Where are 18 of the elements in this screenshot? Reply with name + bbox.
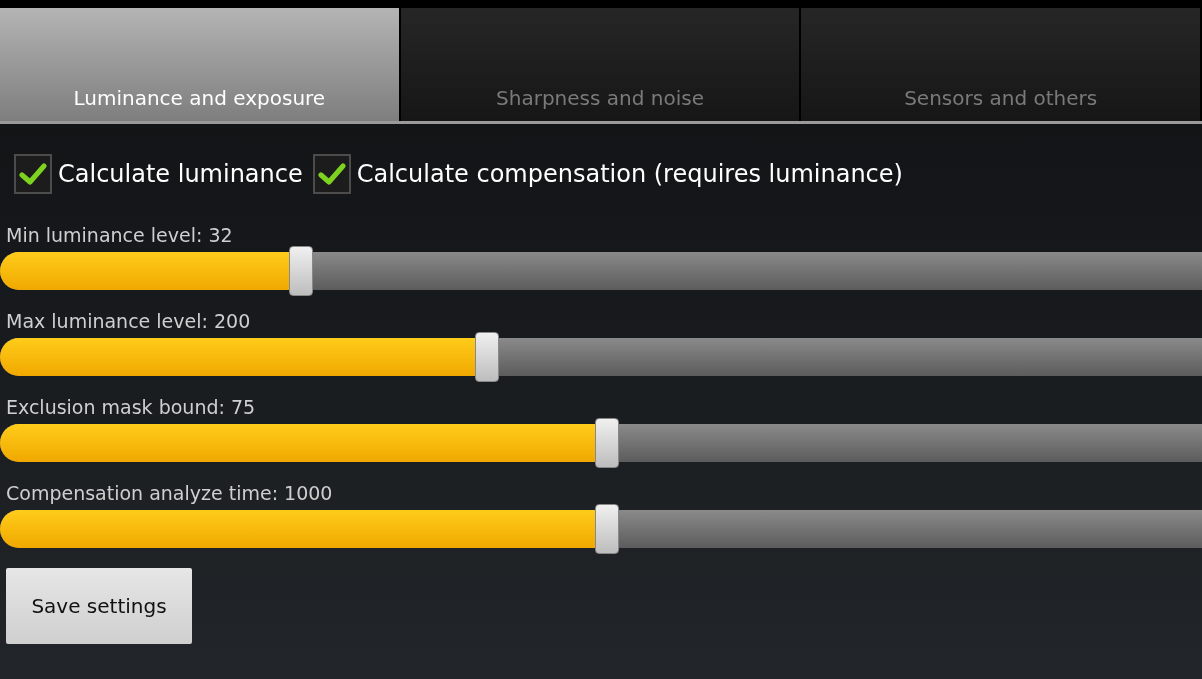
checkbox-label: Calculate luminance	[58, 159, 303, 190]
slider-label: Max luminance level: 200	[6, 309, 252, 334]
checkbox[interactable]	[14, 154, 52, 194]
slider-label: Min luminance level: 32	[6, 223, 234, 248]
tab[interactable]: Sensors and others	[801, 8, 1202, 121]
slider-label: Compensation analyze time: 1000	[6, 481, 334, 506]
save-button[interactable]: Save settings	[6, 568, 192, 644]
slider-thumb[interactable]	[474, 332, 499, 382]
tab[interactable]: Luminance and exposure	[0, 8, 401, 121]
slider-thumb[interactable]	[595, 504, 619, 554]
slider-thumb[interactable]	[288, 246, 313, 296]
slider-thumb[interactable]	[595, 418, 619, 468]
check-icon	[19, 162, 47, 186]
checkbox-label: Calculate compensation (requires luminance)	[356, 159, 903, 190]
check-icon	[317, 162, 346, 186]
checkbox[interactable]	[312, 154, 351, 194]
tab[interactable]: Sharpness and noise	[400, 8, 802, 121]
slider-label: Exclusion mask bound: 75	[6, 395, 257, 420]
